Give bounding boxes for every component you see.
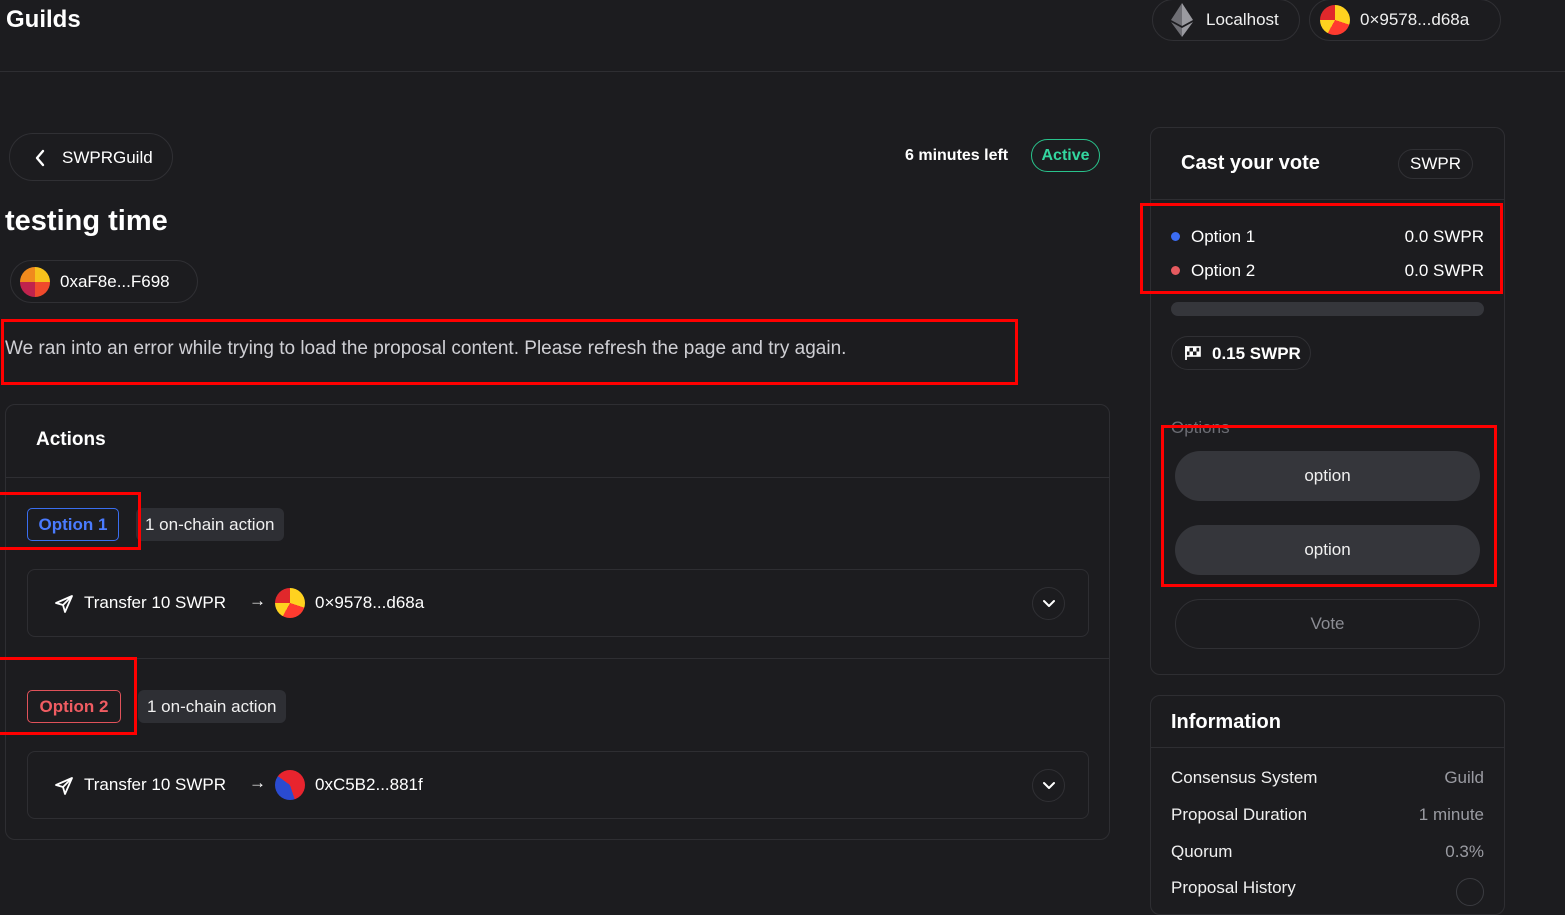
info-key: Proposal Duration: [1171, 805, 1308, 824]
account-address: 0×9578...d68a: [1360, 10, 1470, 29]
recipient-avatar: [275, 770, 305, 800]
option-1-action-count: 1 on-chain action: [136, 508, 285, 541]
action-label: Transfer 10 SWPR: [84, 593, 227, 612]
token-chip: SWPR: [1398, 149, 1473, 179]
divider: [6, 477, 1109, 478]
quorum-chip: 0.15 SWPR: [1171, 336, 1311, 370]
expand-action-button[interactable]: [1032, 587, 1065, 620]
recipient-avatar: [275, 588, 305, 618]
info-key: Consensus System: [1171, 768, 1318, 787]
ethereum-icon: [1171, 3, 1193, 42]
brand-logo[interactable]: Guilds: [6, 6, 81, 34]
option-2-badge: Option 2: [27, 690, 121, 723]
info-row: Quorum 0.3%: [1171, 842, 1484, 866]
network-label: Localhost: [1206, 10, 1279, 29]
option-1-badge: Option 1: [27, 508, 119, 541]
result-name: Option 2: [1191, 261, 1256, 280]
result-value: 0.0 SWPR: [1404, 227, 1484, 246]
expand-action-button[interactable]: [1032, 769, 1065, 802]
back-to-guild-button[interactable]: SWPRGuild: [9, 133, 173, 181]
network-selector-button[interactable]: Localhost: [1152, 0, 1300, 41]
recipient-address: 0×9578...d68a: [315, 593, 425, 612]
chevron-down-icon: [1043, 782, 1055, 789]
proposal-title: testing time: [5, 205, 168, 237]
actions-title: Actions: [36, 429, 106, 450]
divider: [1151, 199, 1504, 200]
option-2-dot: [1171, 266, 1180, 275]
recipient-address: 0xC5B2...881f: [315, 775, 423, 794]
result-value: 0.0 SWPR: [1404, 261, 1484, 280]
cast-vote-card: Cast your vote SWPR Option 1 0.0 SWPR Op…: [1150, 127, 1505, 675]
author-avatar: [20, 267, 50, 297]
guild-name: SWPRGuild: [62, 148, 153, 167]
account-avatar: [1320, 5, 1350, 35]
status-badge: Active: [1031, 139, 1100, 172]
divider: [6, 658, 1109, 659]
send-icon: [54, 776, 74, 801]
info-key: Quorum: [1171, 842, 1233, 861]
option-1-dot: [1171, 232, 1180, 241]
time-left: 6 minutes left: [905, 147, 1009, 164]
action-row[interactable]: Transfer 10 SWPR → 0×9578...d68a: [27, 569, 1089, 637]
vote-title: Cast your vote: [1181, 152, 1320, 174]
top-bar: Guilds Localhost 0×9578...d68a: [0, 0, 1565, 72]
vote-button[interactable]: Vote: [1175, 599, 1480, 649]
info-row: Proposal History: [1171, 878, 1484, 902]
send-icon: [54, 594, 74, 619]
flag-icon: [1184, 345, 1202, 366]
information-card: Information Consensus System Guild Propo…: [1150, 695, 1505, 915]
result-name: Option 1: [1191, 227, 1256, 246]
result-row-option-1: Option 1 0.0 SWPR: [1171, 225, 1484, 249]
info-value: 1 minute: [1418, 805, 1484, 824]
info-value: Guild: [1444, 768, 1484, 787]
quorum-value: 0.15 SWPR: [1212, 344, 1301, 363]
vote-option-button-1[interactable]: option: [1175, 451, 1480, 501]
vote-option-button-2[interactable]: option: [1175, 525, 1480, 575]
account-button[interactable]: 0×9578...d68a: [1309, 0, 1501, 41]
action-label: Transfer 10 SWPR: [84, 775, 227, 794]
info-key: Proposal History: [1171, 878, 1296, 897]
arrow-right-icon: →: [249, 591, 266, 610]
chevron-down-icon: [1043, 600, 1055, 607]
option-2-action-count: 1 on-chain action: [138, 690, 287, 723]
divider: [1151, 747, 1504, 748]
chevron-left-icon: [34, 149, 46, 172]
author-button[interactable]: 0xaF8e...F698: [10, 260, 198, 303]
action-row[interactable]: Transfer 10 SWPR → 0xC5B2...881f: [27, 751, 1089, 819]
author-address: 0xaF8e...F698: [60, 272, 170, 291]
info-row: Proposal Duration 1 minute: [1171, 805, 1484, 829]
proposal-error-message: We ran into an error while trying to loa…: [5, 338, 847, 359]
arrow-right-icon: →: [249, 773, 266, 792]
info-value: 0.3%: [1445, 842, 1484, 861]
actions-card: Actions Option 1 1 on-chain action Trans…: [5, 404, 1110, 840]
info-row: Consensus System Guild: [1171, 768, 1484, 792]
options-label: Options: [1171, 418, 1230, 437]
proposal-history-toggle[interactable]: [1456, 878, 1484, 906]
information-title: Information: [1171, 711, 1281, 733]
result-row-option-2: Option 2 0.0 SWPR: [1171, 259, 1484, 283]
vote-progress-bar: [1171, 302, 1484, 316]
